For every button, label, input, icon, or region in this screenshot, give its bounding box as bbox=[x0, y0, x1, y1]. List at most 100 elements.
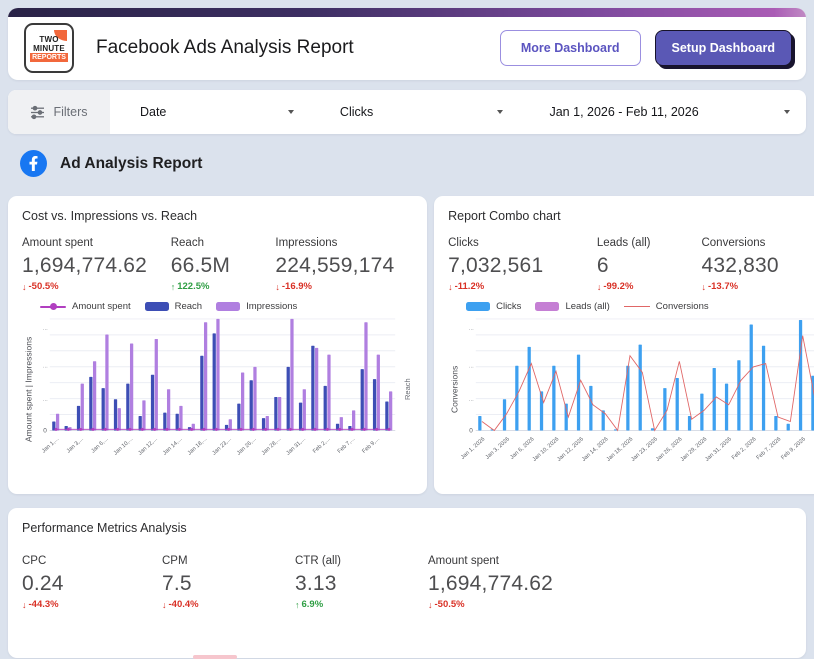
legend-conversions: Conversions bbox=[624, 301, 709, 312]
delta-value: -13.7% bbox=[708, 281, 738, 292]
trend-down-icon: ↓ bbox=[162, 600, 167, 610]
header-gradient-strip bbox=[8, 8, 806, 17]
card-title: Cost vs. Impressions vs. Reach bbox=[22, 209, 413, 223]
legend-leads: Leads (all) bbox=[535, 301, 609, 312]
card-title: Report Combo chart bbox=[448, 209, 814, 223]
svg-text:Jan 3,...: Jan 3,... bbox=[66, 436, 85, 454]
svg-text:Jan 14,...: Jan 14,... bbox=[162, 436, 184, 456]
svg-text:Jan 18,...: Jan 18,... bbox=[187, 436, 209, 456]
svg-text:0: 0 bbox=[43, 427, 47, 434]
cost-impressions-reach-card: Cost vs. Impressions vs. Reach Amount sp… bbox=[8, 196, 427, 494]
svg-text:Jan 12,...: Jan 12,... bbox=[137, 436, 159, 456]
y-axis-left-label: Conversions bbox=[448, 314, 461, 464]
logo-line1: TWO bbox=[39, 35, 58, 44]
svg-text:0: 0 bbox=[469, 427, 473, 434]
metrics-row: Amount spent 1,694,774.62 ↓-50.5% Reach … bbox=[22, 237, 413, 292]
metrics-row: Clicks 7,032,561 ↓-11.2% Leads (all) 6 ↓… bbox=[448, 237, 814, 292]
legend-amount-spent: Amount spent bbox=[40, 301, 131, 312]
metric-clicks: Clicks 7,032,561 ↓-11.2% bbox=[448, 237, 597, 292]
filters-icon bbox=[30, 105, 45, 120]
trend-up-icon: ↑ bbox=[295, 600, 300, 610]
setup-dashboard-button[interactable]: Setup Dashboard bbox=[655, 30, 793, 66]
bar-swatch-icon bbox=[535, 302, 559, 311]
metric-cpc: CPC 0.24 ↓-44.3% bbox=[22, 555, 162, 610]
metrics-row: CPC 0.24 ↓-44.3% CPM 7.5 ↓-40.4% CTR (al… bbox=[22, 555, 792, 610]
metric-conversions: Conversions 432,830 ↓-13.7% bbox=[701, 237, 814, 292]
trend-down-icon: ↓ bbox=[22, 600, 27, 610]
trend-down-icon: ↓ bbox=[597, 282, 602, 292]
filters-bar: Filters Date Clicks Jan 1, 2026 - Feb 11… bbox=[8, 90, 806, 134]
charts-row: Cost vs. Impressions vs. Reach Amount sp… bbox=[8, 196, 806, 494]
svg-text:Feb 2,...: Feb 2,... bbox=[312, 436, 332, 455]
date-range-dropdown[interactable]: Jan 1, 2026 - Feb 11, 2026 bbox=[519, 90, 806, 134]
delta-value: -44.3% bbox=[29, 599, 59, 610]
filters-chip[interactable]: Filters bbox=[8, 90, 110, 134]
metric-cpm: CPM 7.5 ↓-40.4% bbox=[162, 555, 295, 610]
delta-value: -40.4% bbox=[169, 599, 199, 610]
delta-value: 122.5% bbox=[177, 281, 209, 292]
two-minute-reports-logo: TWO MINUTE REPORTS bbox=[24, 23, 74, 73]
svg-text:Feb 2, 2026: Feb 2, 2026 bbox=[731, 436, 758, 461]
bar-swatch-icon bbox=[145, 302, 169, 311]
trend-up-icon: ↑ bbox=[171, 282, 176, 292]
delta-value: -50.5% bbox=[435, 599, 465, 610]
svg-text:Jan 6, 2026: Jan 6, 2026 bbox=[509, 436, 535, 460]
chart-legend: Clicks Leads (all) Conversions bbox=[466, 301, 814, 312]
report-combo-chart: Jan 1, 2026Jan 3, 2026Jan 6, 2026Jan 10,… bbox=[461, 314, 814, 464]
svg-text:Jan 23,...: Jan 23,... bbox=[211, 436, 233, 456]
below-fold-legend-peek bbox=[193, 655, 237, 659]
report-section-header: Ad Analysis Report bbox=[20, 150, 202, 177]
svg-text:...: ... bbox=[469, 397, 474, 403]
svg-text:Jan 26,...: Jan 26,... bbox=[236, 436, 258, 456]
svg-text:Jan 31, 2026: Jan 31, 2026 bbox=[704, 436, 733, 463]
svg-text:Jan 1,...: Jan 1,... bbox=[41, 436, 60, 454]
dimension-dropdown[interactable]: Date bbox=[110, 90, 310, 134]
chart-legend: Amount spent Reach Impressions bbox=[40, 301, 413, 312]
delta-value: -99.2% bbox=[603, 281, 633, 292]
performance-metrics-card: Performance Metrics Analysis CPC 0.24 ↓-… bbox=[8, 508, 806, 658]
chevron-down-icon bbox=[497, 110, 503, 114]
metric-amount-spent: Amount spent 1,694,774.62 ↓-50.5% bbox=[22, 237, 171, 292]
line-marker-icon bbox=[40, 306, 66, 308]
header-bar: TWO MINUTE REPORTS Facebook Ads Analysis… bbox=[8, 8, 806, 80]
line-marker-icon bbox=[624, 306, 650, 308]
metric-impressions: Impressions 224,559,174 ↓-16.9% bbox=[275, 237, 413, 292]
bar-swatch-icon bbox=[216, 302, 240, 311]
svg-text:...: ... bbox=[43, 397, 48, 403]
trend-down-icon: ↓ bbox=[428, 600, 433, 610]
svg-text:...: ... bbox=[43, 364, 48, 370]
svg-text:Jan 10,...: Jan 10,... bbox=[113, 436, 135, 456]
logo-line2: MINUTE bbox=[33, 44, 65, 53]
delta-value: -16.9% bbox=[282, 281, 312, 292]
dimension-dropdown-value: Date bbox=[140, 105, 166, 119]
y-axis-left-label: Amount spent | Impressions bbox=[22, 314, 35, 464]
more-dashboard-button[interactable]: More Dashboard bbox=[500, 30, 641, 66]
delta-value: 6.9% bbox=[302, 599, 324, 610]
svg-text:Jan 3, 2026: Jan 3, 2026 bbox=[485, 436, 511, 460]
page-title: Facebook Ads Analysis Report bbox=[96, 37, 500, 59]
chevron-down-icon bbox=[784, 110, 790, 114]
svg-text:Feb 7,...: Feb 7,... bbox=[337, 436, 357, 455]
trend-down-icon: ↓ bbox=[22, 282, 27, 292]
trend-down-icon: ↓ bbox=[701, 282, 706, 292]
trend-down-icon: ↓ bbox=[275, 282, 280, 292]
logo-line3: REPORTS bbox=[30, 53, 68, 62]
legend-clicks: Clicks bbox=[466, 301, 521, 312]
svg-text:Feb 7, 2026: Feb 7, 2026 bbox=[756, 436, 783, 461]
svg-text:Jan 1, 2026: Jan 1, 2026 bbox=[461, 436, 486, 460]
y-axis-right-label: Reach bbox=[402, 314, 413, 464]
metric-dropdown[interactable]: Clicks bbox=[310, 90, 520, 134]
facebook-icon bbox=[20, 150, 47, 177]
svg-text:Jan 6,...: Jan 6,... bbox=[90, 436, 109, 454]
chart-area: Conversions Jan 1, 2026Jan 3, 2026Jan 6,… bbox=[448, 314, 814, 464]
metric-ctr: CTR (all) 3.13 ↑6.9% bbox=[295, 555, 428, 610]
svg-text:Feb 9,...: Feb 9,... bbox=[361, 436, 381, 455]
date-range-value: Jan 1, 2026 - Feb 11, 2026 bbox=[549, 105, 698, 119]
svg-text:...: ... bbox=[43, 326, 48, 332]
report-combo-chart-card: Report Combo chart Clicks 7,032,561 ↓-11… bbox=[434, 196, 814, 494]
svg-text:Feb 9, 2026: Feb 9, 2026 bbox=[780, 436, 807, 461]
legend-reach: Reach bbox=[145, 301, 202, 312]
bar-swatch-icon bbox=[466, 302, 490, 311]
card-title: Performance Metrics Analysis bbox=[22, 521, 792, 535]
metric-leads: Leads (all) 6 ↓-99.2% bbox=[597, 237, 702, 292]
